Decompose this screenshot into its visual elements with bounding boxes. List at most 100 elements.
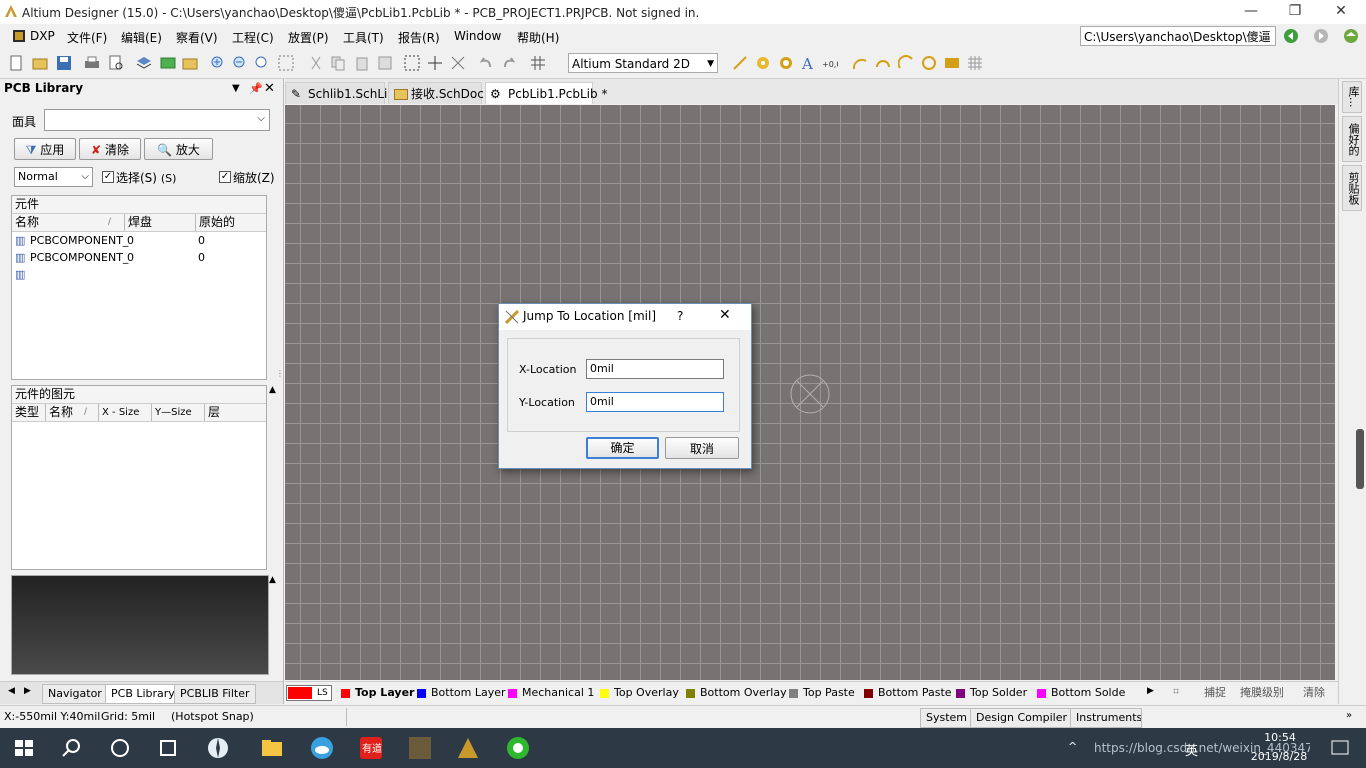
back-icon[interactable] (1283, 28, 1299, 44)
layer-scroll-right-icon[interactable]: ▶ (1147, 686, 1154, 696)
board-icon[interactable] (160, 55, 176, 71)
menu-file[interactable]: 文件(F) (67, 29, 107, 46)
place-line-icon[interactable] (732, 55, 748, 71)
layer-tab-mechanical-1[interactable]: Mechanical 1 (508, 685, 594, 701)
zoom-out-icon[interactable] (232, 55, 248, 71)
snap-label[interactable]: 捕捉 (1204, 685, 1226, 701)
col-layer[interactable]: 层 (204, 404, 220, 421)
game-app-icon[interactable] (408, 736, 432, 760)
tab-pcblib1[interactable]: ⚙ PcbLib1.PcbLib * (485, 82, 607, 104)
col-name[interactable]: 名称 (15, 214, 39, 231)
menu-reports[interactable]: 报告(R) (398, 29, 440, 46)
clear-mask-label[interactable]: 清除 (1303, 685, 1325, 701)
dialog-help-button[interactable]: ? (677, 309, 683, 323)
menu-view[interactable]: 察看(V) (176, 29, 218, 46)
arc-edge-icon[interactable] (875, 55, 891, 71)
arc-center-icon[interactable] (852, 55, 868, 71)
place-pad-icon[interactable] (755, 55, 771, 71)
more-icon[interactable]: » (1346, 710, 1352, 721)
mask-level-label[interactable]: 掩膜级别 (1240, 685, 1284, 701)
layer-tab-bottom-layer[interactable]: Bottom Layer (417, 685, 506, 701)
cancel-button[interactable]: 取消 (665, 437, 739, 459)
arc-any-icon[interactable] (897, 55, 914, 71)
tab-libraries[interactable]: 库... (1342, 81, 1362, 113)
menu-window[interactable]: Window (454, 29, 501, 43)
tab-pcb-library[interactable]: PCB Library (105, 684, 181, 704)
zoom-area-icon[interactable] (278, 55, 294, 71)
dialog-close-button[interactable]: ✕ (719, 307, 731, 323)
menu-help[interactable]: 帮助(H) (517, 29, 559, 46)
open-icon[interactable] (32, 55, 48, 71)
col-y-size[interactable]: Y—Size (151, 404, 192, 421)
panel-close-icon[interactable]: ✕ (264, 81, 275, 96)
col-x-size[interactable]: X - Size (98, 404, 139, 421)
col-type[interactable]: 类型 (15, 404, 39, 421)
altium-taskbar-icon[interactable] (456, 736, 480, 760)
paste-icon[interactable] (354, 55, 370, 71)
tray-expand-icon[interactable]: ^ (1068, 740, 1077, 753)
copy-icon[interactable] (330, 55, 346, 71)
layers-icon[interactable] (136, 55, 152, 71)
zoom-button[interactable]: 🔍 放大 (144, 138, 213, 160)
clock-time[interactable]: 10:54 (1250, 731, 1310, 744)
undo-icon[interactable] (478, 55, 494, 71)
menu-dxp[interactable]: DXP (30, 29, 55, 43)
minimize-button[interactable]: — (1228, 0, 1274, 24)
close-button[interactable]: ✕ (1318, 0, 1364, 24)
set-origin-icon[interactable]: +0,0 (822, 55, 841, 71)
folder-icon[interactable] (182, 55, 198, 71)
system-button[interactable]: System (920, 708, 974, 728)
normal-mode-select[interactable]: Normal ⌵ (14, 167, 93, 187)
pin-icon[interactable]: 📌 (249, 82, 263, 95)
redo-icon[interactable] (501, 55, 517, 71)
tab-right-icon[interactable]: ▶ (24, 686, 31, 696)
home-icon[interactable] (1342, 28, 1360, 44)
y-location-input[interactable]: 0mil (586, 392, 724, 412)
new-icon[interactable] (8, 55, 24, 71)
view-mode-select[interactable]: Altium Standard 2D ▼ (568, 53, 718, 73)
notification-icon[interactable] (1330, 738, 1350, 758)
print-icon[interactable] (84, 55, 100, 71)
collapse-icon[interactable]: ▲ (269, 385, 276, 395)
print-preview-icon[interactable] (108, 55, 124, 71)
menu-tools[interactable]: 工具(T) (343, 29, 384, 46)
windows-start-icon[interactable] (12, 736, 36, 760)
select-checkbox[interactable]: ✓ (102, 171, 114, 183)
layer-tab-top-solder[interactable]: Top Solder (956, 685, 1027, 701)
layer-tab-top-paste[interactable]: Top Paste (789, 685, 855, 701)
deselect-icon[interactable] (450, 55, 466, 71)
forward-icon[interactable] (1313, 28, 1329, 44)
task-view-icon[interactable] (156, 736, 180, 760)
rubber-stamp-icon[interactable] (377, 55, 393, 71)
component-row-selected[interactable]: ▥ PCBCOMPONENT_ 0 0 (12, 266, 266, 283)
menu-edit[interactable]: 编辑(E) (121, 29, 162, 46)
select-area-icon[interactable] (404, 55, 420, 71)
tab-favorites[interactable]: 偏好的 (1342, 116, 1362, 162)
layer-tab-bottom-solder[interactable]: Bottom Solder (1037, 685, 1125, 701)
search-icon[interactable] (60, 736, 84, 760)
design-compiler-button[interactable]: Design Compiler (970, 708, 1073, 728)
instruments-button[interactable]: Instruments (1070, 708, 1142, 728)
x-location-input[interactable]: 0mil (586, 359, 724, 379)
col-primitive-name[interactable]: 名称 (45, 404, 73, 421)
col-primitives[interactable]: 原始的 (195, 214, 235, 231)
menu-place[interactable]: 放置(P) (288, 29, 329, 46)
ok-button[interactable]: 确定 (586, 437, 659, 459)
place-string-icon[interactable]: A (800, 55, 816, 73)
component-row[interactable]: ▥ PCBCOMPONENT_ 0 0 (12, 249, 266, 266)
tab-navigator[interactable]: Navigator (42, 684, 108, 704)
apply-button[interactable]: ⧩ 应用 (14, 138, 76, 160)
layer-tab-bottom-paste[interactable]: Bottom Paste (864, 685, 952, 701)
maximize-button[interactable]: ❐ (1272, 0, 1318, 24)
collapse-icon[interactable]: ▲ (269, 575, 276, 585)
menu-project[interactable]: 工程(C) (232, 29, 274, 46)
cortana-icon[interactable] (108, 736, 132, 760)
file-explorer-icon[interactable] (260, 736, 284, 760)
col-pads[interactable]: 焊盘 (124, 214, 152, 231)
tab-clipboard[interactable]: 剪贴板 (1342, 165, 1362, 211)
mask-combobox[interactable]: ⌵ (44, 109, 270, 131)
pcb-canvas[interactable] (285, 105, 1335, 680)
grid-icon[interactable] (530, 55, 546, 71)
component-row[interactable]: ▥ PCBCOMPONENT_ 0 0 (12, 232, 266, 249)
cloud-app-icon[interactable] (310, 736, 334, 760)
